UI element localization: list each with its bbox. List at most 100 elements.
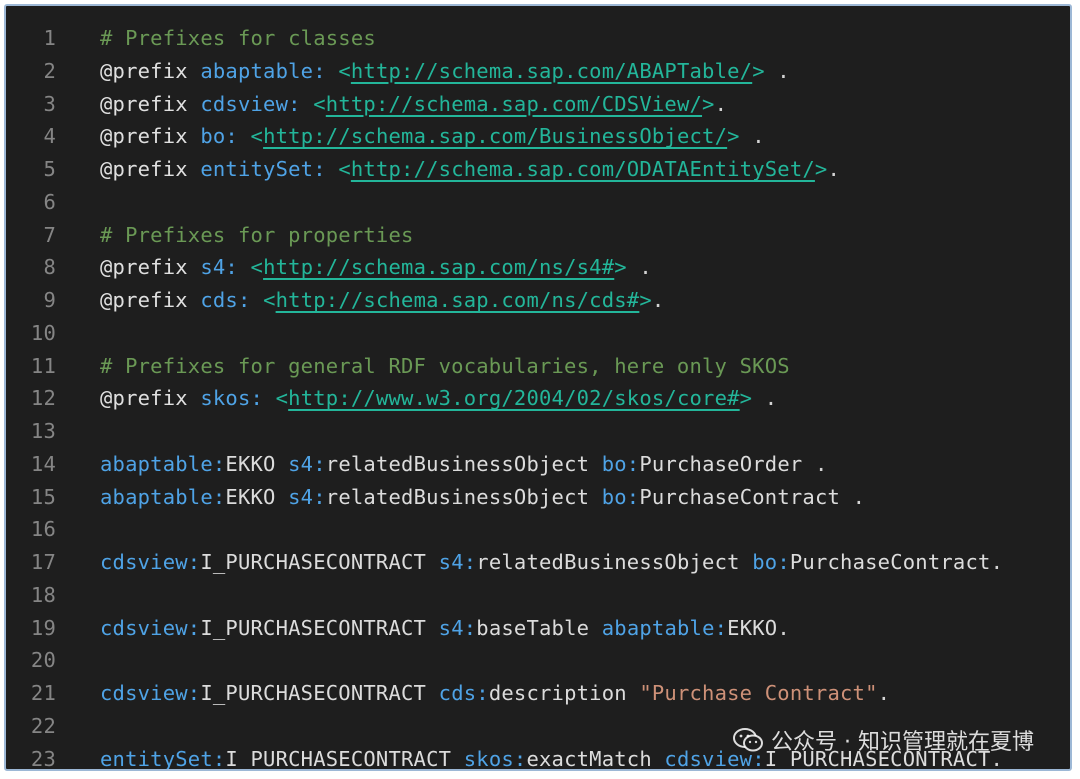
code-line[interactable]: 7 # Prefixes for properties [6,219,1070,252]
code-line[interactable]: 10 [6,317,1070,350]
token-punct [451,747,464,770]
token-id: I_PURCHASECONTRACT [200,615,427,640]
token-bracket: < [338,157,351,181]
token-bracket: > [702,91,715,116]
code-text: @prefix abaptable: <http://schema.sap.co… [100,55,790,88]
line-number: 10 [30,320,56,345]
watermark-text: 公众号 · 知识管理就在夏博 [771,730,1034,755]
token-ns: s4: [288,451,326,476]
token-bracket: > [814,157,828,181]
token-kw: @prefix [100,288,188,312]
code-line[interactable]: 6 [6,186,1070,219]
token-bracket: > [752,58,765,83]
token-iri: http://schema.sap.com/ns/cds# [275,288,640,312]
token-ns: cdsview: [100,681,201,705]
token-kw: @prefix [100,124,188,149]
code-line[interactable]: 15 abaptable:EKKO s4:relatedBusinessObjec… [6,481,1070,514]
line-number: 16 [30,517,56,542]
token-punct [326,157,339,181]
code-line[interactable]: 13 [6,415,1070,448]
code-line[interactable]: 20 [6,644,1070,677]
token-bracket: > [639,288,652,312]
token-bracket: > [727,124,740,149]
token-punct [276,485,289,509]
line-number: 1 [43,26,56,50]
token-punct: . [990,550,1004,574]
code-text: @prefix cds: <http://schema.sap.com/ns/c… [100,284,664,317]
token-ns: s4: [200,255,238,280]
code-editor[interactable]: 1 # Prefixes for classes 2 @prefix abaptabl… [6,22,1070,771]
line-number: 6 [43,189,56,214]
token-ns: cds: [200,288,251,312]
token-bracket: > [614,255,627,280]
token-iri: http://schema.sap.com/ODATAEntitySet/ [350,157,815,181]
token-bracket: < [263,288,276,312]
token-str: "Purchase Contract" [639,681,878,705]
token-ns: cds: [438,681,489,705]
code-line[interactable]: 1 # Prefixes for classes [6,22,1070,55]
code-line[interactable]: 14 abaptable:EKKO s4:relatedBusinessObjec… [6,448,1070,481]
code-line[interactable]: 18 [6,579,1070,612]
token-punct: . [840,484,866,509]
token-punct: . [651,288,665,312]
code-line[interactable]: 8 @prefix s4: <http://schema.sap.com/ns/s… [6,251,1070,284]
code-text: @prefix bo: <http://schema.sap.com/Busin… [100,120,765,153]
code-line[interactable]: 3 @prefix cdsview: <http://schema.sap.com… [6,88,1070,121]
line-number: 4 [43,124,56,149]
token-bracket: < [250,255,264,280]
code-text: abaptable:EKKO s4:relatedBusinessObject … [100,481,865,514]
code-line[interactable]: 17 cdsview:I_PURCHASECONTRACT s4:relatedB… [6,546,1070,579]
token-bracket: < [275,386,289,411]
token-comment: # Prefixes for general RDF vocabularies,… [100,353,790,378]
token-punct [188,288,201,312]
token-id: relatedBusinessObject [325,484,590,509]
code-text: cdsview:I_PURCHASECONTRACT cds:descripti… [100,677,890,710]
line-number: 15 [30,484,56,509]
line-number: 19 [30,615,56,640]
token-ns: abaptable: [200,58,326,83]
line-number: 11 [30,353,56,378]
token-punct [301,92,314,116]
token-kw: @prefix [100,157,188,181]
token-id: EKKO [225,484,276,509]
token-comment: # Prefixes for properties [100,222,414,247]
token-id: relatedBusinessObject [325,451,590,476]
code-line[interactable]: 4 @prefix bo: <http://schema.sap.com/Busi… [6,120,1070,153]
token-punct [589,485,602,509]
token-punct [188,124,201,148]
token-punct: . [752,386,778,411]
token-punct: . [626,255,652,280]
token-punct: . [827,157,841,181]
code-line[interactable]: 12 @prefix skos: <http://www.w3.org/2004/… [6,382,1070,415]
code-line[interactable]: 19 cdsview:I_PURCHASECONTRACT s4:baseTabl… [6,612,1070,645]
code-text: @prefix cdsview: <http://schema.sap.com/… [100,88,727,121]
code-line[interactable]: 21 cdsview:I_PURCHASECONTRACT cds:descrip… [6,677,1070,710]
token-ns: cdsview: [100,615,201,640]
code-text: @prefix skos: <http://www.w3.org/2004/02… [100,382,777,415]
line-number: 7 [43,222,56,247]
code-text: cdsview:I_PURCHASECONTRACT s4:baseTable … [100,612,790,645]
token-punct [652,747,665,770]
code-line[interactable]: 5 @prefix entitySet: <http://schema.sap.c… [6,153,1070,186]
token-punct [326,59,339,83]
line-number: 23 [30,746,56,771]
line-number: 8 [43,255,56,280]
token-kw: @prefix [100,255,188,280]
token-id: I_PURCHASECONTRACT [225,746,452,771]
token-ns: cdsview: [200,91,301,116]
watermark: 公众号 · 知识管理就在夏博 [733,722,1034,758]
token-punct [188,92,201,116]
token-ns: cdsview: [100,550,201,574]
code-line[interactable]: 16 [6,513,1070,546]
line-number: 9 [43,288,56,312]
line-number: 18 [30,582,56,607]
token-ns: bo: [752,550,790,574]
code-line[interactable]: 9 @prefix cds: <http://schema.sap.com/ns/… [6,284,1070,317]
code-line[interactable]: 2 @prefix abaptable: <http://schema.sap.c… [6,55,1070,88]
token-punct [426,681,439,705]
token-punct [188,255,201,279]
token-punct: . [714,91,728,116]
code-line[interactable]: 11 # Prefixes for general RDF vocabularie… [6,350,1070,383]
line-number: 14 [30,451,56,476]
token-id: EKKO [727,615,778,640]
